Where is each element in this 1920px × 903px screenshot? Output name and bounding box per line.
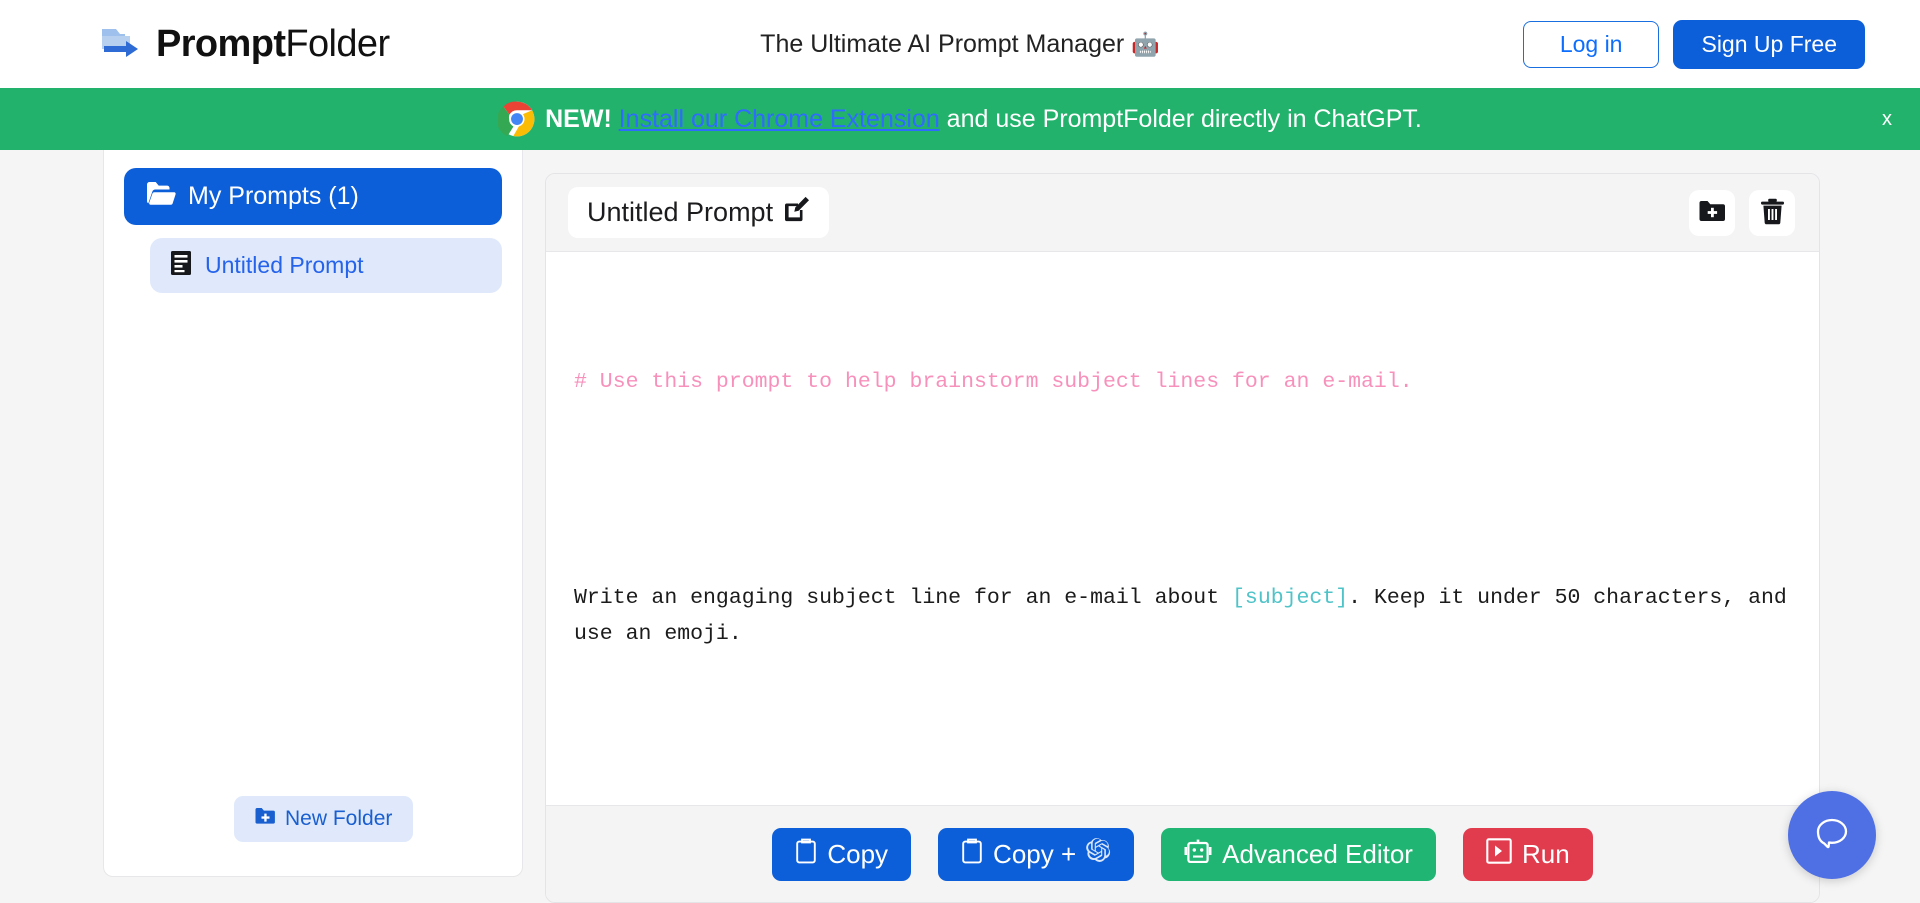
prompt-editor-header: Untitled Prompt <box>546 174 1819 252</box>
new-folder-wrap: New Folder <box>234 796 414 842</box>
pen-to-square-icon[interactable] <box>784 196 810 229</box>
logo-text-light: Folder <box>285 22 390 65</box>
sidebar-item-untitled-prompt[interactable]: Untitled Prompt <box>150 238 502 293</box>
openai-icon <box>1086 838 1111 870</box>
promo-banner: NEW! Install our Chrome Extension and us… <box>0 88 1920 150</box>
prompt-editor-card: Untitled Prompt # Use this prompt to hel… <box>545 173 1820 903</box>
prompt-title[interactable]: Untitled Prompt <box>568 187 830 238</box>
new-folder-label: New Folder <box>285 807 393 830</box>
robot-icon <box>1184 839 1212 870</box>
promo-new-label: NEW! <box>545 104 612 133</box>
copy-plus-button-label: Copy + <box>993 838 1077 869</box>
prompt-line-comment-1: # Use this prompt to help brainstorm sub… <box>574 370 1413 394</box>
open-folder-icon <box>146 181 176 212</box>
prompt-line-blank-1 <box>574 472 1791 508</box>
tagline: The Ultimate AI Prompt Manager 🤖 <box>760 30 1160 59</box>
top-header: PromptFolder The Ultimate AI Prompt Mana… <box>0 0 1920 88</box>
prompt-line-body: Write an engaging subject line for an e-… <box>574 580 1791 652</box>
sidebar-item-label: Untitled Prompt <box>205 252 364 278</box>
promo-banner-content: NEW! Install our Chrome Extension and us… <box>498 100 1422 138</box>
login-button[interactable]: Log in <box>1522 20 1660 68</box>
copy-plus-chatgpt-button[interactable]: Copy + <box>938 827 1135 881</box>
prompt-editor-header-actions <box>1689 189 1795 236</box>
logo-text-bold: Prompt <box>156 22 286 65</box>
promo-banner-text: NEW! Install our Chrome Extension and us… <box>545 105 1422 134</box>
prompt-body-part-1: Write an engaging subject line for an e-… <box>574 586 1233 610</box>
prompt-title-label: Untitled Prompt <box>587 197 774 227</box>
logo-text: PromptFolder <box>156 23 390 66</box>
folder-plus-icon <box>255 807 276 831</box>
header-actions: Log in Sign Up Free <box>1522 19 1865 69</box>
advanced-editor-label: Advanced Editor <box>1222 838 1413 869</box>
signup-button[interactable]: Sign Up Free <box>1673 19 1865 69</box>
run-button-label: Run <box>1521 838 1570 869</box>
prompt-editor-footer: Copy Copy + Advanced Editor Run <box>546 805 1819 902</box>
trash-icon <box>1760 198 1785 228</box>
tagline-text: The Ultimate AI Prompt Manager <box>760 29 1125 58</box>
chrome-icon <box>498 100 536 138</box>
prompt-variable-subject: [subject] <box>1232 586 1349 610</box>
prompt-text-area[interactable]: # Use this prompt to help brainstorm sub… <box>546 252 1819 805</box>
sidebar: My Prompts (1) Untitled Prompt New Folde… <box>103 150 523 877</box>
terminal-run-icon <box>1486 837 1512 871</box>
run-button[interactable]: Run <box>1462 827 1593 881</box>
advanced-editor-button[interactable]: Advanced Editor <box>1161 827 1436 881</box>
folder-plus-icon <box>1699 200 1726 226</box>
chat-bubble-icon <box>1811 812 1853 859</box>
sidebar-folder-my-prompts[interactable]: My Prompts (1) <box>124 168 502 225</box>
main-area: My Prompts (1) Untitled Prompt New Folde… <box>0 150 1920 903</box>
clipboard-icon <box>961 838 983 871</box>
copy-button[interactable]: Copy <box>772 827 912 881</box>
logo[interactable]: PromptFolder <box>100 23 390 66</box>
promo-tail-text: and use PromptFolder directly in ChatGPT… <box>939 104 1422 133</box>
help-widget-button[interactable] <box>1788 791 1876 879</box>
close-icon[interactable]: x <box>1882 109 1892 129</box>
new-folder-button[interactable]: New Folder <box>234 796 414 842</box>
sidebar-folder-label: My Prompts (1) <box>188 182 359 210</box>
add-to-folder-button[interactable] <box>1689 189 1735 236</box>
chrome-extension-link[interactable]: Install our Chrome Extension <box>619 105 940 133</box>
file-lines-icon <box>170 250 192 282</box>
folder-arrow-icon <box>100 24 146 64</box>
prompt-line-blank-2 <box>574 724 1791 760</box>
robot-emoji-icon: 🤖 <box>1131 30 1160 57</box>
clipboard-icon <box>795 838 817 871</box>
prompt-content: # Use this prompt to help brainstorm sub… <box>574 292 1791 805</box>
copy-button-label: Copy <box>827 838 889 869</box>
delete-prompt-button[interactable] <box>1749 189 1795 236</box>
